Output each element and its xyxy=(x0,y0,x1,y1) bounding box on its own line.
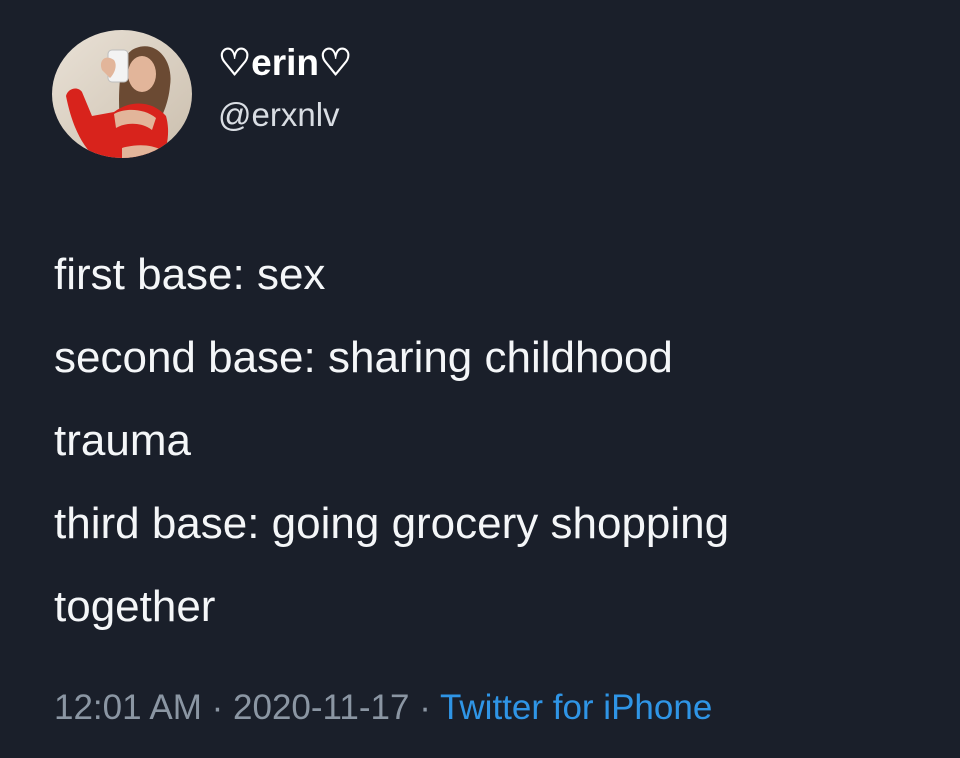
author-names: ♡erin♡ @erxnlv xyxy=(218,40,352,138)
tweet-header: ♡erin♡ @erxnlv xyxy=(52,30,352,158)
avatar-photo xyxy=(52,30,192,158)
tweet-date[interactable]: 2020-11-17 xyxy=(233,688,409,727)
tweet-time[interactable]: 12:01 AM xyxy=(54,688,202,727)
tweet-text-line: third base: going grocery shopping xyxy=(54,499,730,548)
user-handle[interactable]: @erxnlv xyxy=(218,92,352,138)
tweet-text-line: first base: sex xyxy=(54,250,326,299)
tweet-metadata: 12:01 AM · 2020-11-17 · Twitter for iPho… xyxy=(54,688,712,728)
tweet-text-line: together xyxy=(54,582,216,631)
avatar[interactable] xyxy=(52,30,192,158)
tweet-card: ♡erin♡ @erxnlv first base: sex second ba… xyxy=(0,0,960,758)
meta-separator: · xyxy=(419,688,431,727)
tweet-text-line: trauma xyxy=(54,416,191,465)
tweet-text-line: second base: sharing childhood xyxy=(54,333,673,382)
tweet-source-link[interactable]: Twitter for iPhone xyxy=(440,688,712,727)
tweet-text: first base: sex second base: sharing chi… xyxy=(54,233,924,648)
meta-separator: · xyxy=(211,688,224,727)
display-name[interactable]: ♡erin♡ xyxy=(218,40,352,86)
